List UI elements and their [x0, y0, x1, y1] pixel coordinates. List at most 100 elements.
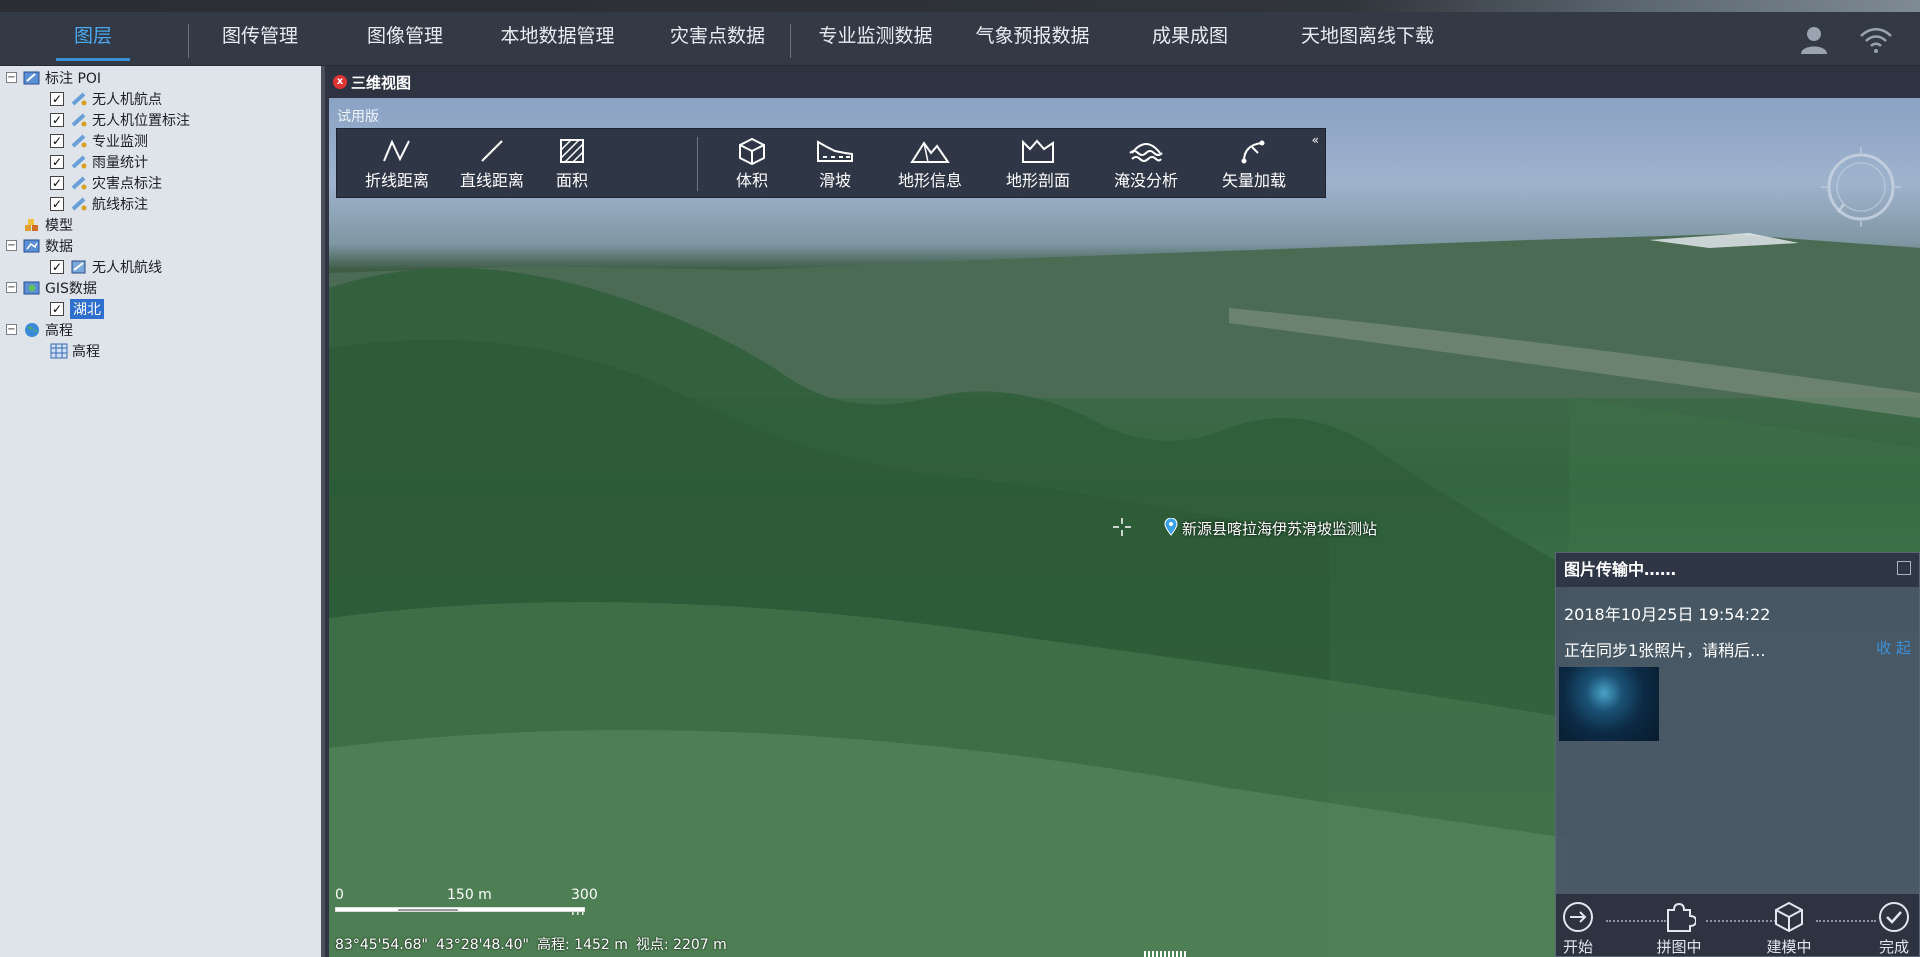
mountain-icon [910, 141, 950, 163]
poi-layer-icon [71, 155, 87, 168]
location-pin-icon[interactable] [1164, 518, 1178, 536]
gis-folder-icon [23, 281, 40, 294]
terrain-profile-button[interactable]: 地形剖面 [993, 129, 1083, 199]
progress-steps: 开始 拼图中 建模中 完成 [1556, 894, 1919, 956]
tree-node-rainfall[interactable]: ✓ 雨量统计 [50, 151, 148, 172]
area-button[interactable]: 面积 [542, 129, 602, 199]
tree-node-label: 高程 [45, 322, 73, 339]
polyline-icon [383, 139, 410, 162]
tree-node-label: 无人机位置标注 [92, 112, 190, 129]
model-icon [25, 218, 38, 231]
collapse-toggle-icon[interactable]: − [6, 282, 17, 293]
grid-icon [50, 343, 68, 358]
layer-checkbox[interactable]: ✓ [50, 112, 64, 127]
close-icon[interactable]: x [333, 75, 347, 89]
nav-separator [790, 24, 791, 58]
vector-load-button[interactable]: 矢量加载 [1209, 129, 1299, 199]
tree-node-disaster-points[interactable]: ✓ 灾害点标注 [50, 172, 162, 193]
layer-checkbox[interactable]: ✓ [50, 91, 64, 106]
tree-node-hubei[interactable]: ✓ 湖北 [50, 298, 104, 319]
area-icon [560, 139, 584, 163]
nav-tab-disaster-points[interactable]: 灾害点数据 [660, 12, 775, 66]
trial-version-label: 试用版 [337, 109, 379, 125]
tree-node-label: 湖北 [70, 298, 104, 319]
flood-analysis-button[interactable]: 淹没分析 [1101, 129, 1191, 199]
tree-node-drone-waypoints[interactable]: ✓ 无人机航点 [50, 88, 162, 109]
tree-node-gis-data[interactable]: − GIS数据 [6, 277, 97, 298]
tree-node-label: 模型 [45, 217, 73, 234]
tool-label: 地形信息 [897, 171, 962, 190]
tree-node-flight-routes[interactable]: ✓ 航线标注 [50, 193, 148, 214]
tree-node-data[interactable]: − 数据 [6, 235, 73, 256]
tree-node-drone-routes[interactable]: ✓ 无人机航线 [50, 256, 162, 277]
poi-layer-icon [71, 260, 86, 273]
nav-tab-layers[interactable]: 图层 [48, 12, 138, 66]
collapse-link[interactable]: 收 起 [1876, 637, 1911, 658]
tree-node-poi[interactable]: − 标注 POI [6, 67, 101, 88]
step-complete: 完成 [1864, 900, 1920, 957]
user-icon[interactable] [1796, 22, 1832, 58]
check-circle-icon [1879, 902, 1909, 932]
wifi-icon[interactable] [1858, 22, 1894, 58]
window-top-strip [0, 0, 1920, 12]
restore-window-icon[interactable] [1897, 561, 1911, 575]
polyline-distance-button[interactable]: 折线距离 [357, 129, 437, 199]
transfer-datetime: 2018年10月25日 19:54:22 [1564, 605, 1771, 624]
layer-checkbox[interactable]: ✓ [50, 133, 64, 148]
poi-layer-icon [71, 113, 87, 126]
poi-layer-icon [71, 134, 87, 147]
tree-node-drone-position[interactable]: ✓ 无人机位置标注 [50, 109, 190, 130]
collapse-toggle-icon[interactable]: − [6, 324, 17, 335]
transfer-status: 正在同步1张照片，请稍后... [1564, 641, 1766, 660]
layer-checkbox[interactable]: ✓ [50, 175, 64, 190]
collapse-toggle-icon[interactable]: − [6, 72, 17, 83]
scale-bar: 0 150 m 300 m [335, 887, 598, 919]
tree-node-label: 航线标注 [92, 196, 148, 213]
top-navigation: 图层 图传管理 图像管理 本地数据管理 灾害点数据 专业监测数据 气象预报数据 … [0, 12, 1920, 66]
tool-label: 地形剖面 [1005, 171, 1070, 190]
double-chevron-left-icon[interactable]: « [1312, 133, 1319, 147]
nav-tab-image-transfer[interactable]: 图传管理 [210, 12, 310, 66]
tree-node-pro-monitoring[interactable]: ✓ 专业监测 [50, 130, 148, 151]
crosshair-icon [1113, 518, 1131, 536]
poi-layer-icon [71, 197, 87, 210]
tool-label: 体积 [735, 171, 768, 190]
compass-navigation-icon[interactable] [1816, 142, 1906, 232]
scale-bar-graphic [335, 907, 585, 912]
nav-tab-offline-download[interactable]: 天地图离线下载 [1285, 12, 1450, 66]
viewpoint-value: 视点: 2207 m [635, 937, 727, 953]
tool-label: 折线距离 [364, 171, 429, 190]
layer-checkbox[interactable]: ✓ [50, 259, 64, 274]
toolbar-separator [697, 137, 698, 191]
poi-label[interactable]: 新源县喀拉海伊苏滑坡监测站 [1182, 518, 1377, 539]
tree-node-models[interactable]: 模型 [23, 214, 73, 235]
view-title: 三维视图 [351, 74, 412, 92]
volume-button[interactable]: 体积 [722, 129, 782, 199]
nav-tab-monitoring-data[interactable]: 专业监测数据 [808, 12, 943, 66]
terrain-info-button[interactable]: 地形信息 [885, 129, 975, 199]
nav-tab-results-map[interactable]: 成果成图 [1140, 12, 1240, 66]
landslide-button[interactable]: 滑坡 [805, 129, 865, 199]
layer-checkbox[interactable]: ✓ [50, 301, 64, 316]
tree-node-elevation-layer[interactable]: 高程 [50, 340, 100, 361]
data-folder-icon [23, 239, 40, 252]
latitude-value: 43°28'48.40" [436, 937, 529, 953]
tool-label: 淹没分析 [1113, 171, 1178, 190]
nav-tab-weather-data[interactable]: 气象预报数据 [965, 12, 1100, 66]
step-modeling: 建模中 [1759, 900, 1819, 957]
tree-node-elevation[interactable]: − 高程 [6, 319, 73, 340]
bottom-resize-handle[interactable] [1144, 951, 1188, 957]
nav-tab-image-management[interactable]: 图像管理 [355, 12, 455, 66]
nav-tab-local-data[interactable]: 本地数据管理 [490, 12, 625, 66]
line-distance-button[interactable]: 直线距离 [452, 129, 532, 199]
collapse-toggle-icon[interactable]: − [6, 240, 17, 251]
view-titlebar: x 三维视图 [329, 66, 1920, 98]
poi-layer-icon [71, 176, 87, 189]
layer-checkbox[interactable]: ✓ [50, 154, 64, 169]
elevation-value: 高程: 1452 m [537, 937, 628, 953]
photo-thumbnail[interactable] [1559, 667, 1659, 741]
terrain-scene[interactable]: 试用版 折线距离 直线距离 面积 体积 滑坡 地形信息 地形剖面 淹没分析 矢量… [329, 98, 1920, 957]
nav-separator [188, 24, 189, 58]
layer-checkbox[interactable]: ✓ [50, 196, 64, 211]
poi-layer-icon [71, 92, 87, 105]
